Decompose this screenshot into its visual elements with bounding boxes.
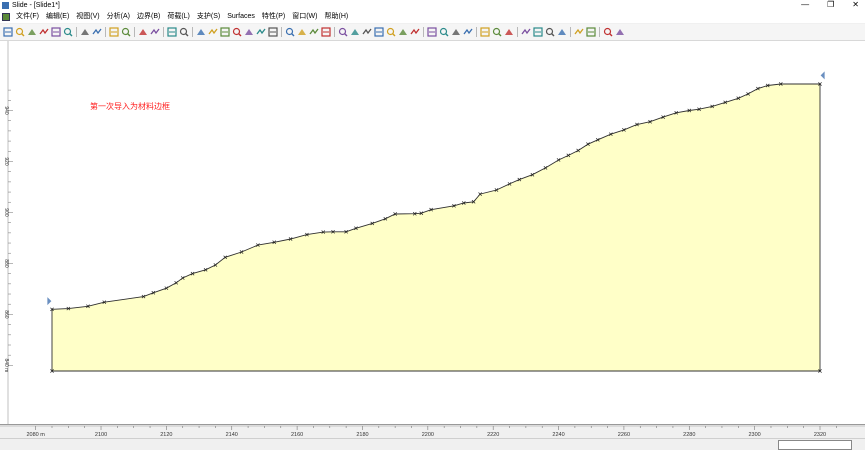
noncircle-surface-icon[interactable]: [533, 27, 543, 37]
support-icon[interactable]: [427, 27, 437, 37]
toolbar-separator: [134, 27, 135, 37]
zoom-extents-icon[interactable]: [232, 27, 242, 37]
toolbar-separator: [105, 27, 106, 37]
zoom-out-icon[interactable]: [220, 27, 230, 37]
results-icon[interactable]: [603, 27, 613, 37]
app-icon: [2, 2, 9, 9]
properties-icon[interactable]: [480, 27, 490, 37]
menu-window[interactable]: 窗口(W): [292, 11, 317, 23]
toolbar-separator: [334, 27, 335, 37]
image-icon[interactable]: [179, 27, 189, 37]
x-axis-ruler: 2080 m 2100 2120 2140 2160 2180 2200 2220 2240 22…: [0, 425, 865, 438]
document-icon[interactable]: [2, 13, 10, 21]
menu-edit[interactable]: 编辑(E): [46, 11, 69, 23]
close-button[interactable]: ✕: [852, 0, 859, 11]
move-vertex-icon[interactable]: [362, 27, 372, 37]
title-bar: Slide - [Slide1*] — ❐ ✕: [0, 0, 865, 11]
delete-vertex-icon[interactable]: [350, 27, 360, 37]
add-vertex-icon[interactable]: [338, 27, 348, 37]
toolbar-separator: [163, 27, 164, 37]
toolbar-separator: [192, 27, 193, 37]
paste-icon[interactable]: [121, 27, 131, 37]
toolbar-separator: [281, 27, 282, 37]
anchor-icon[interactable]: [439, 27, 449, 37]
zoom-window-icon[interactable]: [244, 27, 254, 37]
menu-view[interactable]: 视图(V): [76, 11, 99, 23]
y-tick-label: 880: [3, 259, 9, 268]
horizontal-ruler: 2080 m 2100 2120 2140 2160 2180 2200 2220 2240 22…: [0, 424, 865, 439]
toolbar-separator: [76, 27, 77, 37]
toolbar: [0, 24, 865, 41]
menu-file[interactable]: 文件(F): [16, 11, 39, 23]
model-canvas[interactable]: 940 920 900 880 860 840 m 第一次导入为材料边框: [0, 41, 865, 424]
pan-icon[interactable]: [138, 27, 148, 37]
menu-analysis[interactable]: 分析(A): [107, 11, 130, 23]
menu-surfaces[interactable]: Surfaces: [227, 11, 255, 23]
zoom-all-icon[interactable]: [196, 27, 206, 37]
compute-icon[interactable]: [574, 27, 584, 37]
open-folder-icon[interactable]: [15, 27, 25, 37]
y-tick-label: 940: [3, 106, 9, 115]
circle-surface-icon[interactable]: [521, 27, 531, 37]
window-title: Slide - [Slide1*]: [12, 2, 60, 9]
toolbar-separator: [599, 27, 600, 37]
screen-icon[interactable]: [167, 27, 177, 37]
undo-icon[interactable]: [80, 27, 90, 37]
y-axis-ruler: 940 920 900 880 860 840 m: [3, 41, 13, 424]
menu-properties[interactable]: 特性(P): [262, 11, 285, 23]
report-icon[interactable]: [615, 27, 625, 37]
menu-boundaries[interactable]: 边界(B): [137, 11, 160, 23]
y-tick-label: 860: [3, 310, 9, 319]
menu-support[interactable]: 支护(S): [197, 11, 220, 23]
water-icon[interactable]: [374, 27, 384, 37]
window-controls: — ❐ ✕: [801, 0, 859, 11]
new-file-icon[interactable]: [3, 27, 13, 37]
material-boundary-region[interactable]: [51, 83, 821, 372]
reverse-icon[interactable]: [398, 27, 408, 37]
load-icon[interactable]: [451, 27, 461, 37]
status-bar: [0, 438, 865, 450]
color-icon[interactable]: [63, 27, 73, 37]
material-boundary-icon[interactable]: [321, 27, 331, 37]
material-icon[interactable]: [285, 27, 295, 37]
menu-bar: 文件(F) 编辑(E) 视图(V) 分析(A) 边界(B) 荷载(L) 支护(S…: [0, 11, 865, 23]
y-tick-label: 840 m: [3, 358, 9, 372]
annotation-text[interactable]: 第一次导入为材料边框: [90, 101, 170, 111]
grid-icon[interactable]: [545, 27, 555, 37]
zoom-previous-icon[interactable]: [256, 27, 266, 37]
surface-icon[interactable]: [504, 27, 514, 37]
menu-loading[interactable]: 荷载(L): [167, 11, 190, 23]
model-view[interactable]: 940 920 900 880 860 840 m 第一次导入为材料边框: [0, 41, 865, 424]
print-icon[interactable]: [51, 27, 61, 37]
copy-icon[interactable]: [109, 27, 119, 37]
y-tick-label: 920: [3, 157, 9, 166]
joint-icon[interactable]: [386, 27, 396, 37]
zoom-slope-icon[interactable]: [268, 27, 278, 37]
slope-limits-icon[interactable]: [557, 27, 567, 37]
minimize-button[interactable]: —: [801, 0, 809, 11]
menu-items: 文件(F) 编辑(E) 视图(V) 分析(A) 边界(B) 荷载(L) 支护(S…: [16, 11, 348, 23]
assign-icon[interactable]: [492, 27, 502, 37]
print-preview-icon[interactable]: [39, 27, 49, 37]
external-boundary-icon[interactable]: [309, 27, 319, 37]
redo-icon[interactable]: [92, 27, 102, 37]
save-icon[interactable]: [27, 27, 37, 37]
line-load-icon[interactable]: [463, 27, 473, 37]
toolbar-separator: [517, 27, 518, 37]
info-icon[interactable]: [150, 27, 160, 37]
menu-help[interactable]: 帮助(H): [324, 11, 348, 23]
delete-boundary-icon[interactable]: [410, 27, 420, 37]
toolbar-separator: [570, 27, 571, 37]
restore-button[interactable]: ❐: [827, 0, 834, 11]
zoom-in-icon[interactable]: [208, 27, 218, 37]
toolbar-separator: [476, 27, 477, 37]
slope-limit-marker[interactable]: [47, 297, 52, 306]
toolbar-separator: [423, 27, 424, 37]
boundary-icon[interactable]: [297, 27, 307, 37]
y-tick-label: 900: [3, 208, 9, 217]
interpret-icon[interactable]: [586, 27, 596, 37]
slope-limit-marker[interactable]: [820, 71, 825, 80]
